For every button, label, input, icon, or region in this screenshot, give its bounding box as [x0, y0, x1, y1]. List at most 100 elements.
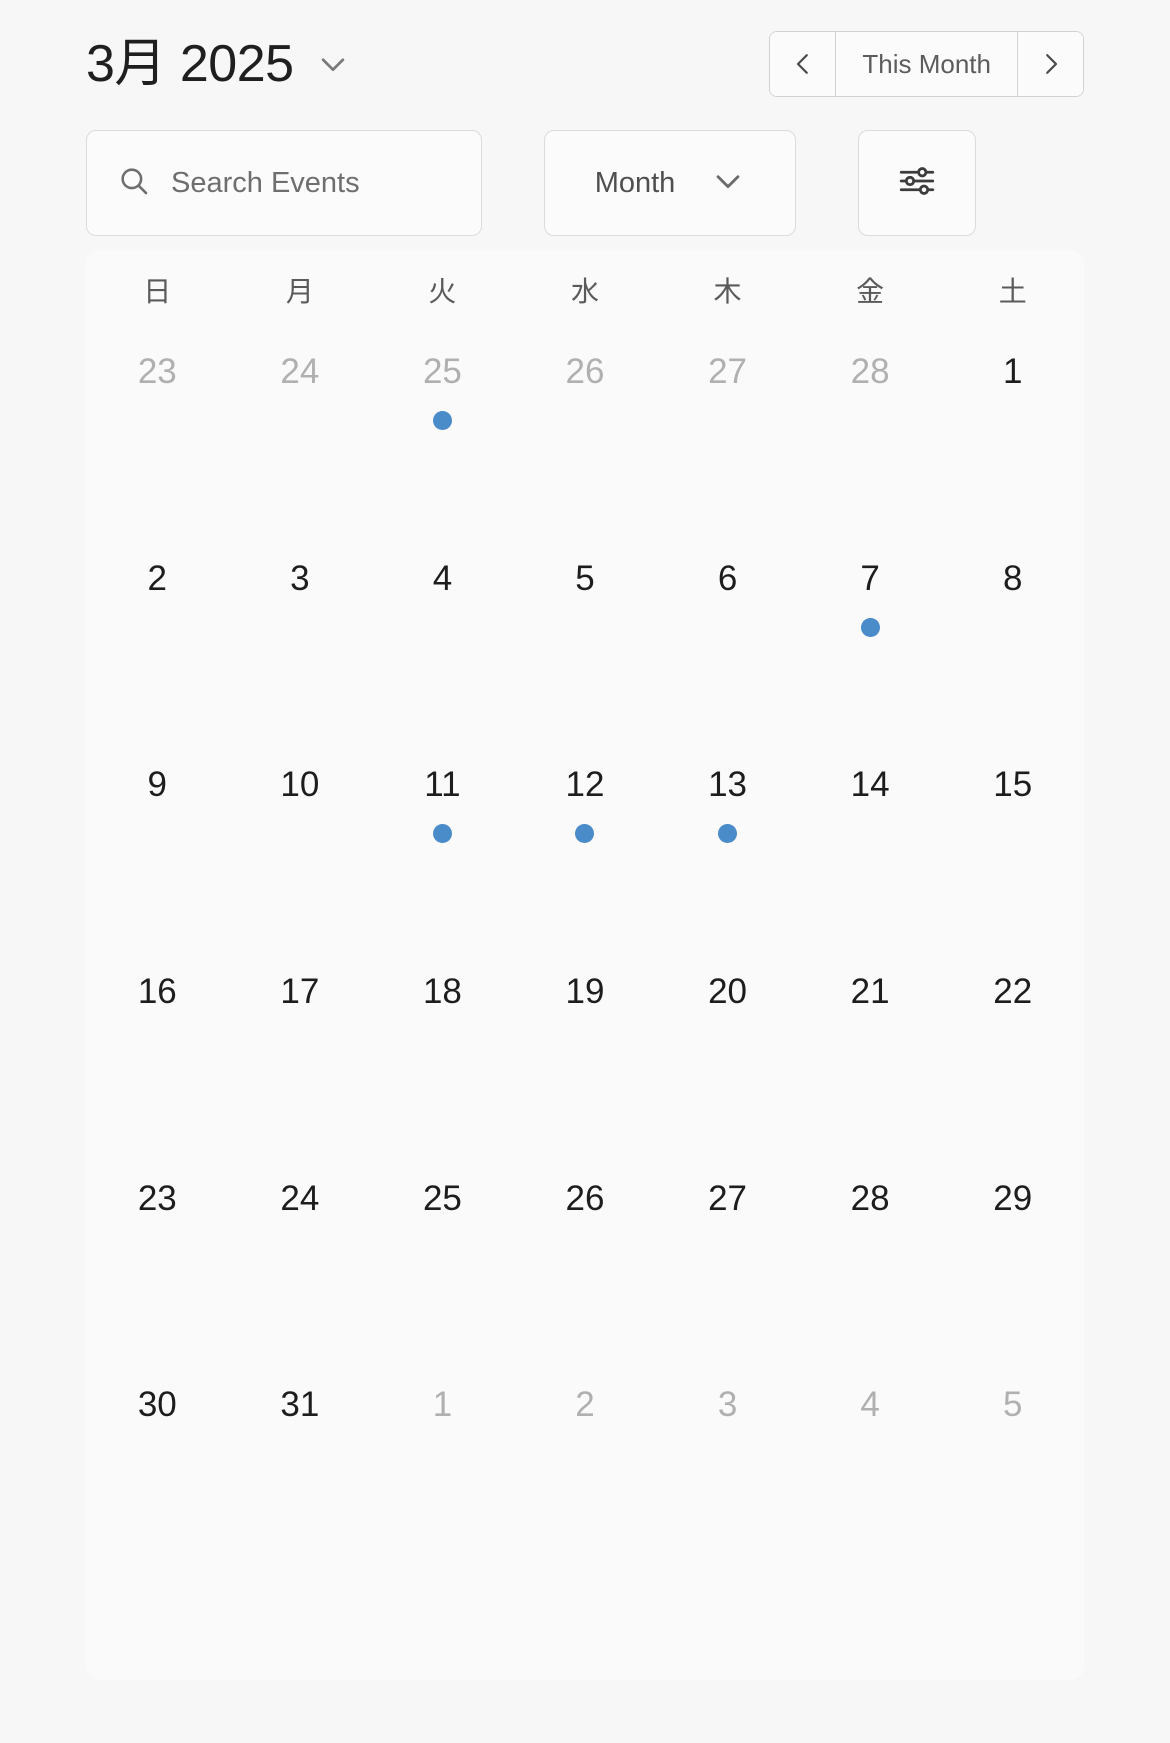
calendar-week-row: 16 17 18 19 20 21 22 [86, 950, 1084, 1157]
calendar-day-number: 28 [850, 1178, 890, 1218]
search-placeholder-text: Search Events [171, 166, 360, 199]
calendar-day-cell[interactable]: 23 [86, 330, 229, 537]
month-title-group[interactable]: 3月 2025 [86, 38, 350, 90]
calendar-day-number: 7 [860, 558, 880, 598]
calendar-day-cell[interactable]: 6 [656, 537, 799, 744]
calendar-day-cell[interactable]: 28 [799, 1157, 942, 1364]
calendar-day-number: 2 [147, 558, 168, 598]
calendar-day-number: 3 [717, 1385, 738, 1425]
chevron-down-icon[interactable] [316, 47, 350, 81]
calendar-day-cell[interactable]: 17 [229, 950, 372, 1157]
calendar-day-cell[interactable]: 18 [371, 950, 514, 1157]
calendar-day-cell[interactable]: 14 [799, 743, 942, 950]
calendar-day-number: 30 [137, 1385, 177, 1425]
calendar-day-number: 19 [565, 972, 605, 1011]
calendar-day-cell[interactable]: 3 [656, 1363, 799, 1570]
filter-sliders-icon [896, 160, 938, 207]
calendar-header: 3月 2025 This Month [0, 0, 1170, 128]
this-month-button[interactable]: This Month [836, 32, 1017, 96]
calendar-day-number: 8 [1002, 558, 1023, 598]
calendar-day-number: 16 [137, 972, 177, 1011]
calendar-day-cell[interactable]: 11 [371, 743, 514, 950]
calendar-day-cell[interactable]: 25 [371, 1157, 514, 1364]
calendar-day-cell[interactable]: 27 [656, 330, 799, 537]
calendar-day-number: 13 [708, 765, 748, 805]
calendar-day-cell[interactable]: 15 [941, 743, 1084, 950]
calendar-day-number: 14 [850, 765, 890, 805]
calendar-day-number: 29 [993, 1178, 1033, 1218]
calendar-day-cell[interactable]: 3 [229, 537, 372, 744]
calendar-week-row: 30 31 1 2 3 4 5 [86, 1363, 1084, 1570]
calendar-day-cell[interactable]: 30 [86, 1363, 229, 1570]
weekday-label-fri: 金 [856, 276, 885, 307]
calendar-day-number: 9 [147, 765, 168, 805]
weekday-label-tue: 火 [428, 276, 457, 307]
calendar-day-number: 18 [422, 972, 462, 1011]
calendar-day-number: 25 [422, 352, 462, 391]
calendar-day-number: 1 [432, 1385, 453, 1425]
calendar-day-cell[interactable]: 24 [229, 1157, 372, 1364]
calendar-day-cell[interactable]: 8 [941, 537, 1084, 744]
calendar-day-number: 15 [993, 765, 1033, 805]
filter-button[interactable] [858, 130, 976, 236]
calendar-day-cell[interactable]: 20 [656, 950, 799, 1157]
calendar-day-cell[interactable]: 2 [86, 537, 229, 744]
calendar-day-number: 11 [424, 765, 461, 805]
calendar-day-cell[interactable]: 1 [941, 330, 1084, 537]
calendar-day-cell[interactable]: 7 [799, 537, 942, 744]
calendar-day-number: 6 [717, 558, 738, 598]
calendar-day-cell[interactable]: 9 [86, 743, 229, 950]
calendar-day-number: 22 [993, 972, 1033, 1011]
view-mode-label: Month [594, 166, 676, 199]
calendar-day-cell[interactable]: 12 [514, 743, 657, 950]
calendar-day-number: 24 [280, 1178, 320, 1218]
prev-month-button[interactable] [770, 32, 837, 96]
calendar-day-cell[interactable]: 27 [656, 1157, 799, 1364]
calendar-day-number: 26 [565, 352, 605, 391]
calendar-day-number: 12 [565, 765, 605, 805]
event-indicator-dot [718, 824, 738, 844]
search-input[interactable]: Search Events [86, 130, 482, 236]
event-indicator-dot [432, 824, 452, 844]
calendar-day-cell[interactable]: 5 [514, 537, 657, 744]
calendar-day-cell[interactable]: 16 [86, 950, 229, 1157]
weekday-label-mon: 月 [285, 276, 314, 307]
calendar-day-cell[interactable]: 22 [941, 950, 1084, 1157]
calendar-grid-card: 日 月 火 水 木 金 土 23 24 25 26 27 28 1 2 3 4 5 6 7 8 9 10 11 1… [86, 250, 1084, 1680]
calendar-week-row: 2 3 4 5 6 7 8 [86, 537, 1084, 744]
calendar-page: 3月 2025 This Month Search Events Month 日… [0, 0, 1170, 1743]
calendar-day-cell[interactable]: 28 [799, 330, 942, 537]
weekday-label-sun: 日 [143, 276, 172, 307]
calendar-day-cell[interactable]: 4 [799, 1363, 942, 1570]
calendar-day-cell[interactable]: 1 [371, 1363, 514, 1570]
calendar-day-cell[interactable]: 21 [799, 950, 942, 1157]
calendar-day-cell[interactable]: 10 [229, 743, 372, 950]
calendar-day-cell[interactable]: 26 [514, 330, 657, 537]
calendar-toolbar: Search Events Month [0, 128, 1170, 238]
weekday-header-row: 日 月 火 水 木 金 土 [86, 250, 1084, 330]
calendar-day-number: 27 [708, 1178, 748, 1218]
chevron-down-icon [711, 164, 745, 203]
event-indicator-dot [575, 824, 595, 844]
calendar-day-cell[interactable]: 5 [941, 1363, 1084, 1570]
calendar-day-number: 31 [280, 1385, 320, 1425]
calendar-day-cell[interactable]: 23 [86, 1157, 229, 1364]
next-month-button[interactable] [1017, 32, 1083, 96]
calendar-day-cell[interactable]: 24 [229, 330, 372, 537]
calendar-day-cell[interactable]: 2 [514, 1363, 657, 1570]
calendar-day-cell[interactable]: 26 [514, 1157, 657, 1364]
weekday-label-wed: 水 [570, 276, 599, 307]
calendar-day-cell[interactable]: 13 [656, 743, 799, 950]
page-title: 3月 2025 [86, 35, 294, 93]
calendar-day-cell[interactable]: 25 [371, 330, 514, 537]
calendar-day-cell[interactable]: 19 [514, 950, 657, 1157]
weekday-label-sat: 土 [998, 276, 1027, 307]
calendar-day-cell[interactable]: 4 [371, 537, 514, 744]
calendar-day-number: 1 [1002, 352, 1023, 391]
calendar-day-cell[interactable]: 29 [941, 1157, 1084, 1364]
weekday-label-thu: 木 [713, 276, 742, 307]
calendar-day-cell[interactable]: 31 [229, 1363, 372, 1570]
calendar-day-number: 21 [850, 972, 890, 1011]
calendar-day-number: 20 [708, 972, 748, 1011]
view-mode-select[interactable]: Month [544, 130, 796, 236]
